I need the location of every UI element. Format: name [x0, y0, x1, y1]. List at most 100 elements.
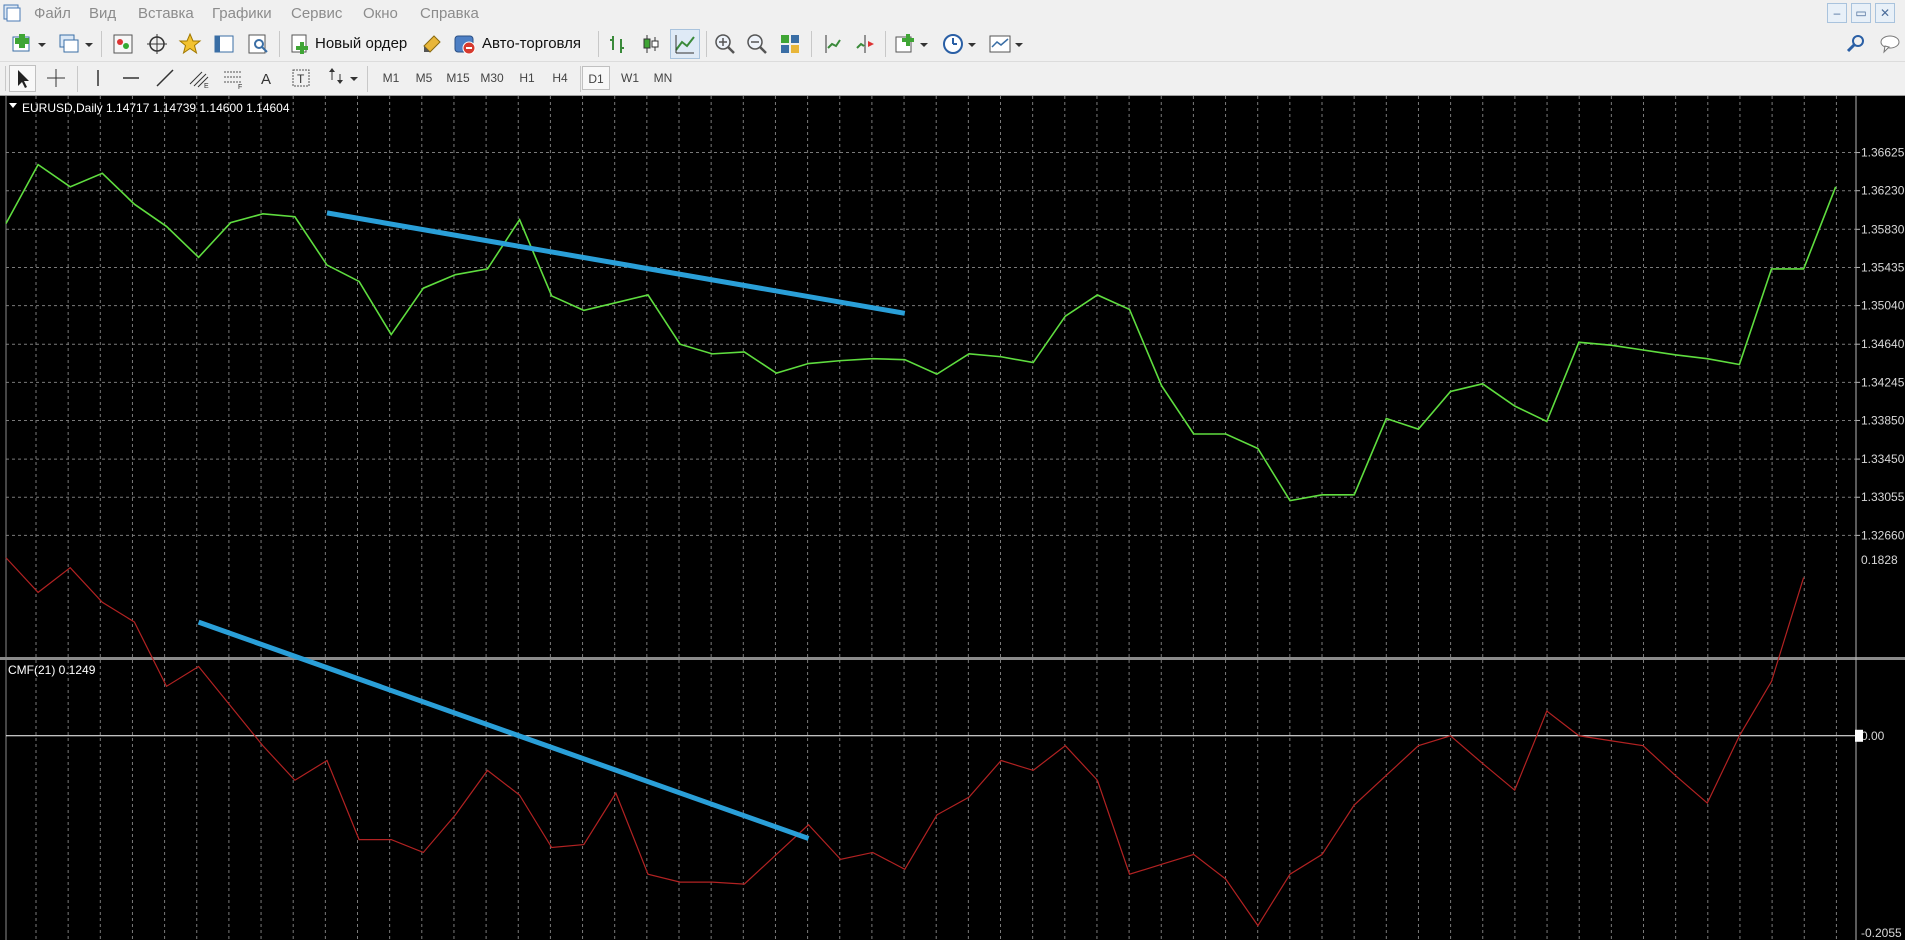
price-tick-label: 1.35435	[1861, 260, 1905, 274]
menu-tools[interactable]: Сервис	[291, 5, 342, 22]
crosshair-icon[interactable]	[44, 66, 68, 90]
restore-button[interactable]: ▭	[1851, 3, 1871, 23]
timeframe-m1-button[interactable]: M1	[377, 66, 405, 90]
strategy-tester-icon[interactable]	[246, 32, 270, 56]
cursor-arrow-icon	[18, 70, 29, 88]
candlestick-icon[interactable]	[639, 32, 663, 56]
navigator-icon[interactable]	[178, 32, 202, 56]
profiles-dropdown-caret[interactable]	[85, 43, 93, 47]
indicator-label: CMF(21) 0.1249	[8, 663, 96, 677]
toolbar-grip	[5, 66, 6, 91]
tile-windows-icon[interactable]	[778, 32, 802, 56]
timeframe-m30-button[interactable]: M30	[478, 66, 506, 90]
timeframe-d1-button[interactable]: D1	[582, 66, 610, 90]
toolbar-separator	[367, 66, 368, 92]
auto-scroll-icon[interactable]	[853, 32, 877, 56]
timeframe-m5-button[interactable]: M5	[410, 66, 438, 90]
toolbar-separator	[77, 66, 78, 92]
cmf-tick-label: 0.1828	[1861, 553, 1898, 567]
close-button[interactable]: ✕	[1875, 3, 1895, 23]
market-watch-icon[interactable]	[111, 32, 135, 56]
app-icon	[3, 4, 21, 22]
price-tick-label: 1.33850	[1861, 413, 1905, 427]
profiles-icon[interactable]	[57, 32, 81, 56]
cmf-zero-marker	[1855, 729, 1863, 742]
chat-icon[interactable]	[1878, 32, 1902, 56]
text-label-icon[interactable]: T	[289, 66, 313, 90]
chart-window[interactable]: 1.36625 1.36230 1.35830 1.35435 1.35040 1.346…	[0, 96, 1905, 940]
templates-dropdown-caret[interactable]	[1015, 43, 1023, 47]
vertical-line-icon[interactable]	[86, 66, 110, 90]
bar-chart-icon[interactable]	[606, 32, 630, 56]
auto-trading-icon	[454, 35, 476, 55]
horizontal-line-icon[interactable]	[119, 66, 143, 90]
timeframe-w1-button[interactable]: W1	[616, 66, 644, 90]
toolbar-separator	[598, 31, 599, 57]
templates-icon[interactable]	[988, 32, 1012, 56]
new-order-label: Новый ордер	[315, 35, 408, 52]
auto-trading-label: Авто-торговля	[482, 35, 582, 52]
data-window-icon[interactable]	[145, 32, 169, 56]
menu-window[interactable]: Окно	[363, 5, 398, 22]
toolbar-separator	[580, 66, 581, 92]
menu-file[interactable]: Файл	[34, 5, 71, 22]
cmf-tick-label: -0.2055	[1861, 926, 1902, 940]
cursor-button-active[interactable]	[9, 65, 36, 92]
cmf-tick-label: 0.00	[1861, 729, 1885, 743]
timeframe-m15-button[interactable]: M15	[444, 66, 472, 90]
menu-charts[interactable]: Графики	[212, 5, 272, 22]
terminal-icon[interactable]	[212, 32, 236, 56]
svg-text:E: E	[204, 83, 209, 90]
menu-insert[interactable]: Вставка	[138, 5, 194, 22]
metaeditor-icon[interactable]	[420, 32, 444, 56]
new-chart-dropdown-caret[interactable]	[38, 43, 46, 47]
trendline-icon[interactable]	[153, 66, 177, 90]
line-studies-toolbar: E F A T M1 M5 M15 M30 H1 H4 D1 W1 MN	[0, 62, 1905, 96]
toolbar-separator	[811, 31, 812, 57]
toolbar-separator	[706, 31, 707, 57]
price-tick-label: 1.36625	[1861, 146, 1905, 160]
new-chart-icon[interactable]	[10, 32, 34, 56]
new-order-button[interactable]: Новый ордер	[287, 30, 415, 58]
svg-text:A: A	[261, 71, 271, 88]
zoom-out-icon[interactable]	[745, 32, 769, 56]
periods-icon[interactable]	[941, 32, 965, 56]
minimize-button[interactable]: –	[1827, 3, 1847, 23]
periods-dropdown-caret[interactable]	[968, 43, 976, 47]
standard-toolbar: Новый ордер Авто-торговля	[0, 27, 1905, 62]
search-icon[interactable]	[1844, 32, 1868, 56]
toolbar-separator	[279, 31, 280, 57]
line-chart-icon	[675, 35, 695, 54]
svg-text:T: T	[297, 72, 305, 86]
timeframe-h4-button[interactable]: H4	[546, 66, 574, 90]
equidistant-channel-icon[interactable]: E	[187, 66, 211, 90]
price-tick-label: 1.34640	[1861, 337, 1905, 351]
menu-view[interactable]: Вид	[89, 5, 116, 22]
chart-background	[0, 96, 1905, 940]
zoom-in-icon[interactable]	[713, 32, 737, 56]
chart-info-label: EURUSD,Daily 1.14717 1.14739 1.14600 1.1…	[22, 101, 290, 115]
toolbar-separator	[101, 31, 102, 57]
text-icon[interactable]: A	[255, 66, 279, 90]
timeframe-h1-button[interactable]: H1	[513, 66, 541, 90]
arrows-icon[interactable]	[323, 66, 347, 90]
auto-trading-button[interactable]: Авто-торговля	[452, 30, 590, 58]
chart-shift-icon[interactable]	[820, 32, 844, 56]
toolbar-separator	[885, 31, 886, 57]
menu-bar: Файл Вид Вставка Графики Сервис Окно Спр…	[0, 0, 1905, 28]
svg-text:F: F	[238, 84, 242, 90]
menu-help[interactable]: Справка	[420, 5, 479, 22]
line-chart-button-active[interactable]	[670, 29, 700, 59]
fibonacci-icon[interactable]: F	[221, 66, 245, 90]
pane-separator[interactable]	[0, 657, 1905, 660]
price-tick-label: 1.32660	[1861, 528, 1905, 542]
price-tick-label: 1.33055	[1861, 490, 1905, 504]
price-tick-label: 1.33450	[1861, 452, 1905, 466]
arrows-dropdown-caret[interactable]	[350, 77, 358, 81]
indicators-icon[interactable]	[893, 32, 917, 56]
timeframe-mn-button[interactable]: MN	[649, 66, 677, 90]
price-tick-label: 1.34245	[1861, 375, 1905, 389]
price-tick-label: 1.35040	[1861, 299, 1905, 313]
new-order-icon	[291, 34, 308, 54]
indicators-dropdown-caret[interactable]	[920, 43, 928, 47]
